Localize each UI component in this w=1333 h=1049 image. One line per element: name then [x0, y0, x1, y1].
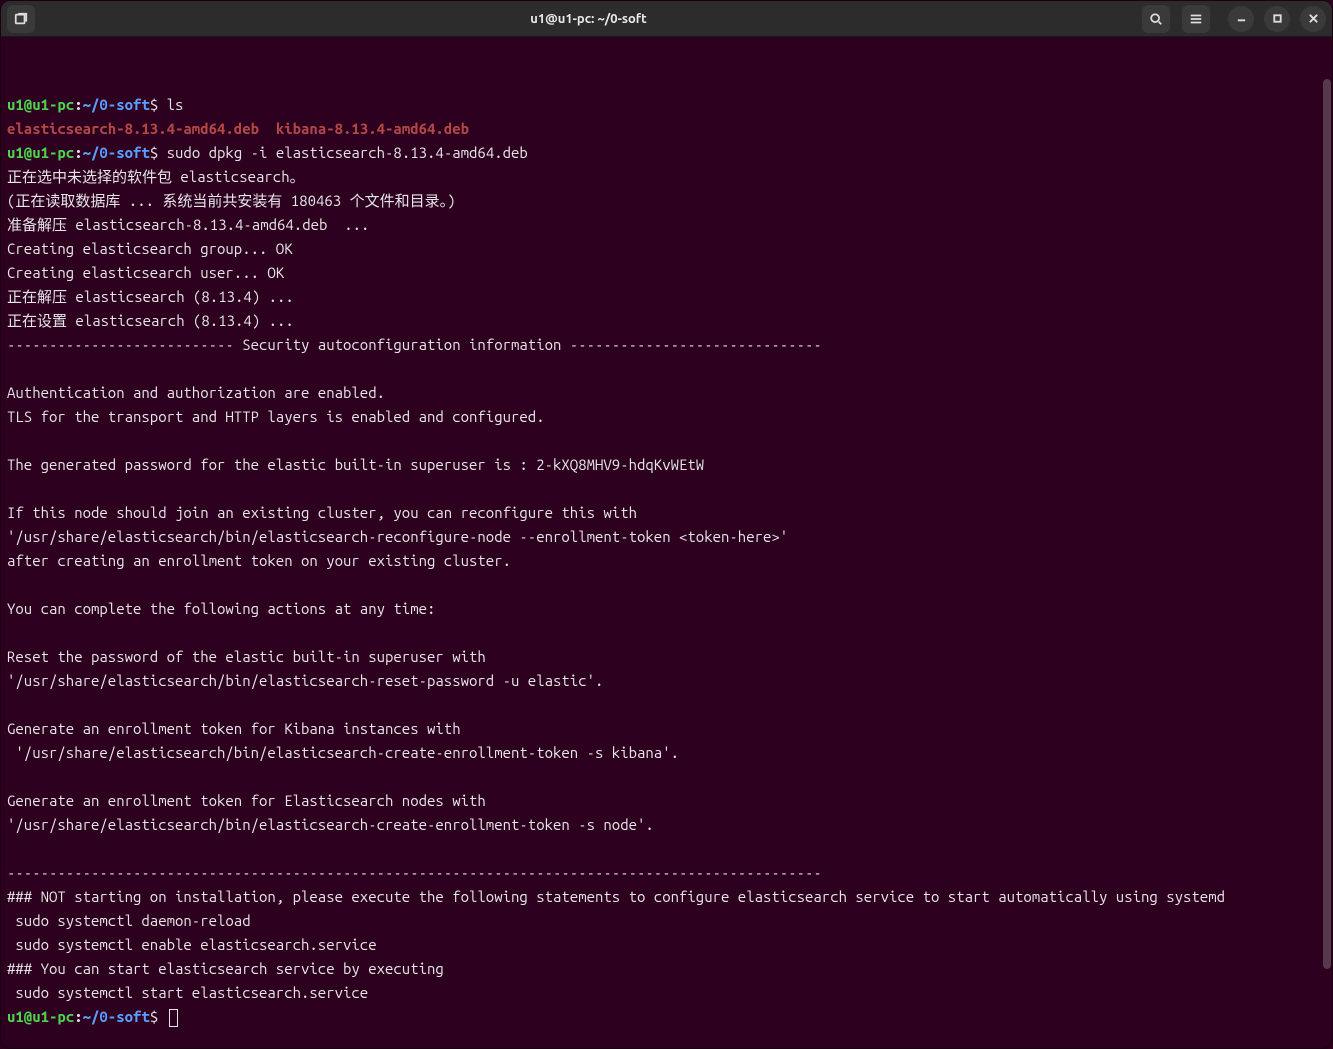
output-line	[7, 357, 1326, 381]
cursor	[169, 1009, 178, 1027]
scrollbar[interactable]	[1322, 37, 1332, 1048]
close-icon	[1308, 13, 1319, 24]
prompt-path: ~/0-soft	[83, 96, 150, 113]
output-line: 正在选中未选择的软件包 elasticsearch。	[7, 165, 1326, 189]
output-line: You can complete the following actions a…	[7, 597, 1326, 621]
output-line: Generate an enrollment token for Kibana …	[7, 717, 1326, 741]
output-line: '/usr/share/elasticsearch/bin/elasticsea…	[7, 525, 1326, 549]
output-line: ### You can start elasticsearch service …	[7, 957, 1326, 981]
terminal-body[interactable]: u1@u1-pc:~/0-soft$ lselasticsearch-8.13.…	[1, 37, 1332, 1048]
scrollbar-thumb[interactable]	[1323, 79, 1331, 969]
prompt-current: u1@u1-pc:~/0-soft$	[7, 1005, 1326, 1029]
prompt-symbol: $	[150, 1008, 167, 1025]
prompt-user: u1@u1-pc	[7, 96, 74, 113]
prompt-user: u1@u1-pc	[7, 1008, 74, 1025]
output-line: '/usr/share/elasticsearch/bin/elasticsea…	[7, 741, 1326, 765]
prompt-symbol: $	[150, 144, 167, 161]
output-line: sudo systemctl enable elasticsearch.serv…	[7, 933, 1326, 957]
output-line: If this node should join an existing clu…	[7, 501, 1326, 525]
output-line	[7, 573, 1326, 597]
output-line	[7, 477, 1326, 501]
prompt-sep: :	[74, 96, 82, 113]
new-tab-icon	[14, 12, 28, 26]
output-line: TLS for the transport and HTTP layers is…	[7, 405, 1326, 429]
output-line: Authentication and authorization are ena…	[7, 381, 1326, 405]
prompt-line: u1@u1-pc:~/0-soft$ sudo dpkg -i elastics…	[7, 141, 1326, 165]
output-line: '/usr/share/elasticsearch/bin/elasticsea…	[7, 813, 1326, 837]
minimize-button[interactable]	[1228, 6, 1254, 32]
output-line	[7, 837, 1326, 861]
output-line	[7, 621, 1326, 645]
prompt-path: ~/0-soft	[83, 144, 150, 161]
output-line: sudo systemctl daemon-reload	[7, 909, 1326, 933]
prompt-path: ~/0-soft	[83, 1008, 150, 1025]
maximize-button[interactable]	[1264, 6, 1290, 32]
output-line: --------------------------- Security aut…	[7, 333, 1326, 357]
command-text: sudo dpkg -i elasticsearch-8.13.4-amd64.…	[167, 144, 528, 161]
output-line: Creating elasticsearch group... OK	[7, 237, 1326, 261]
output-line	[7, 429, 1326, 453]
minimize-icon	[1236, 13, 1247, 24]
window-title: u1@u1-pc: ~/0-soft	[41, 12, 1136, 26]
command-text: ls	[167, 96, 184, 113]
maximize-icon	[1272, 13, 1283, 24]
output-line: 正在解压 elasticsearch (8.13.4) ...	[7, 285, 1326, 309]
close-button[interactable]	[1300, 6, 1326, 32]
search-icon	[1149, 12, 1163, 26]
output-line: The generated password for the elastic b…	[7, 453, 1326, 477]
prompt-sep: :	[74, 1008, 82, 1025]
file-entry: elasticsearch-8.13.4-amd64.deb	[7, 120, 259, 137]
titlebar: u1@u1-pc: ~/0-soft	[1, 1, 1332, 37]
output-line: Reset the password of the elastic built-…	[7, 645, 1326, 669]
prompt-symbol: $	[150, 96, 167, 113]
output-line: ----------------------------------------…	[7, 861, 1326, 885]
prompt-line: u1@u1-pc:~/0-soft$ ls	[7, 93, 1326, 117]
output-line: after creating an enrollment token on yo…	[7, 549, 1326, 573]
file-entry: kibana-8.13.4-amd64.deb	[276, 120, 469, 137]
output-line: Generate an enrollment token for Elastic…	[7, 789, 1326, 813]
output-line: ### NOT starting on installation, please…	[7, 885, 1326, 909]
prompt-sep: :	[74, 144, 82, 161]
output-line: 正在设置 elasticsearch (8.13.4) ...	[7, 309, 1326, 333]
output-line	[7, 765, 1326, 789]
output-line: '/usr/share/elasticsearch/bin/elasticsea…	[7, 669, 1326, 693]
search-button[interactable]	[1142, 5, 1170, 33]
terminal-window: u1@u1-pc: ~/0-soft	[0, 0, 1333, 1049]
terminal-output: u1@u1-pc:~/0-soft$ lselasticsearch-8.13.…	[7, 93, 1326, 1029]
menu-button[interactable]	[1182, 5, 1210, 33]
output-line: Creating elasticsearch user... OK	[7, 261, 1326, 285]
prompt-user: u1@u1-pc	[7, 144, 74, 161]
output-line: 准备解压 elasticsearch-8.13.4-amd64.deb ...	[7, 213, 1326, 237]
output-line: (正在读取数据库 ... 系统当前共安装有 180463 个文件和目录。)	[7, 189, 1326, 213]
output-line	[7, 693, 1326, 717]
output-line: sudo systemctl start elasticsearch.servi…	[7, 981, 1326, 1005]
new-tab-button[interactable]	[7, 5, 35, 33]
hamburger-icon	[1189, 12, 1203, 26]
ls-output: elasticsearch-8.13.4-amd64.deb kibana-8.…	[7, 117, 1326, 141]
